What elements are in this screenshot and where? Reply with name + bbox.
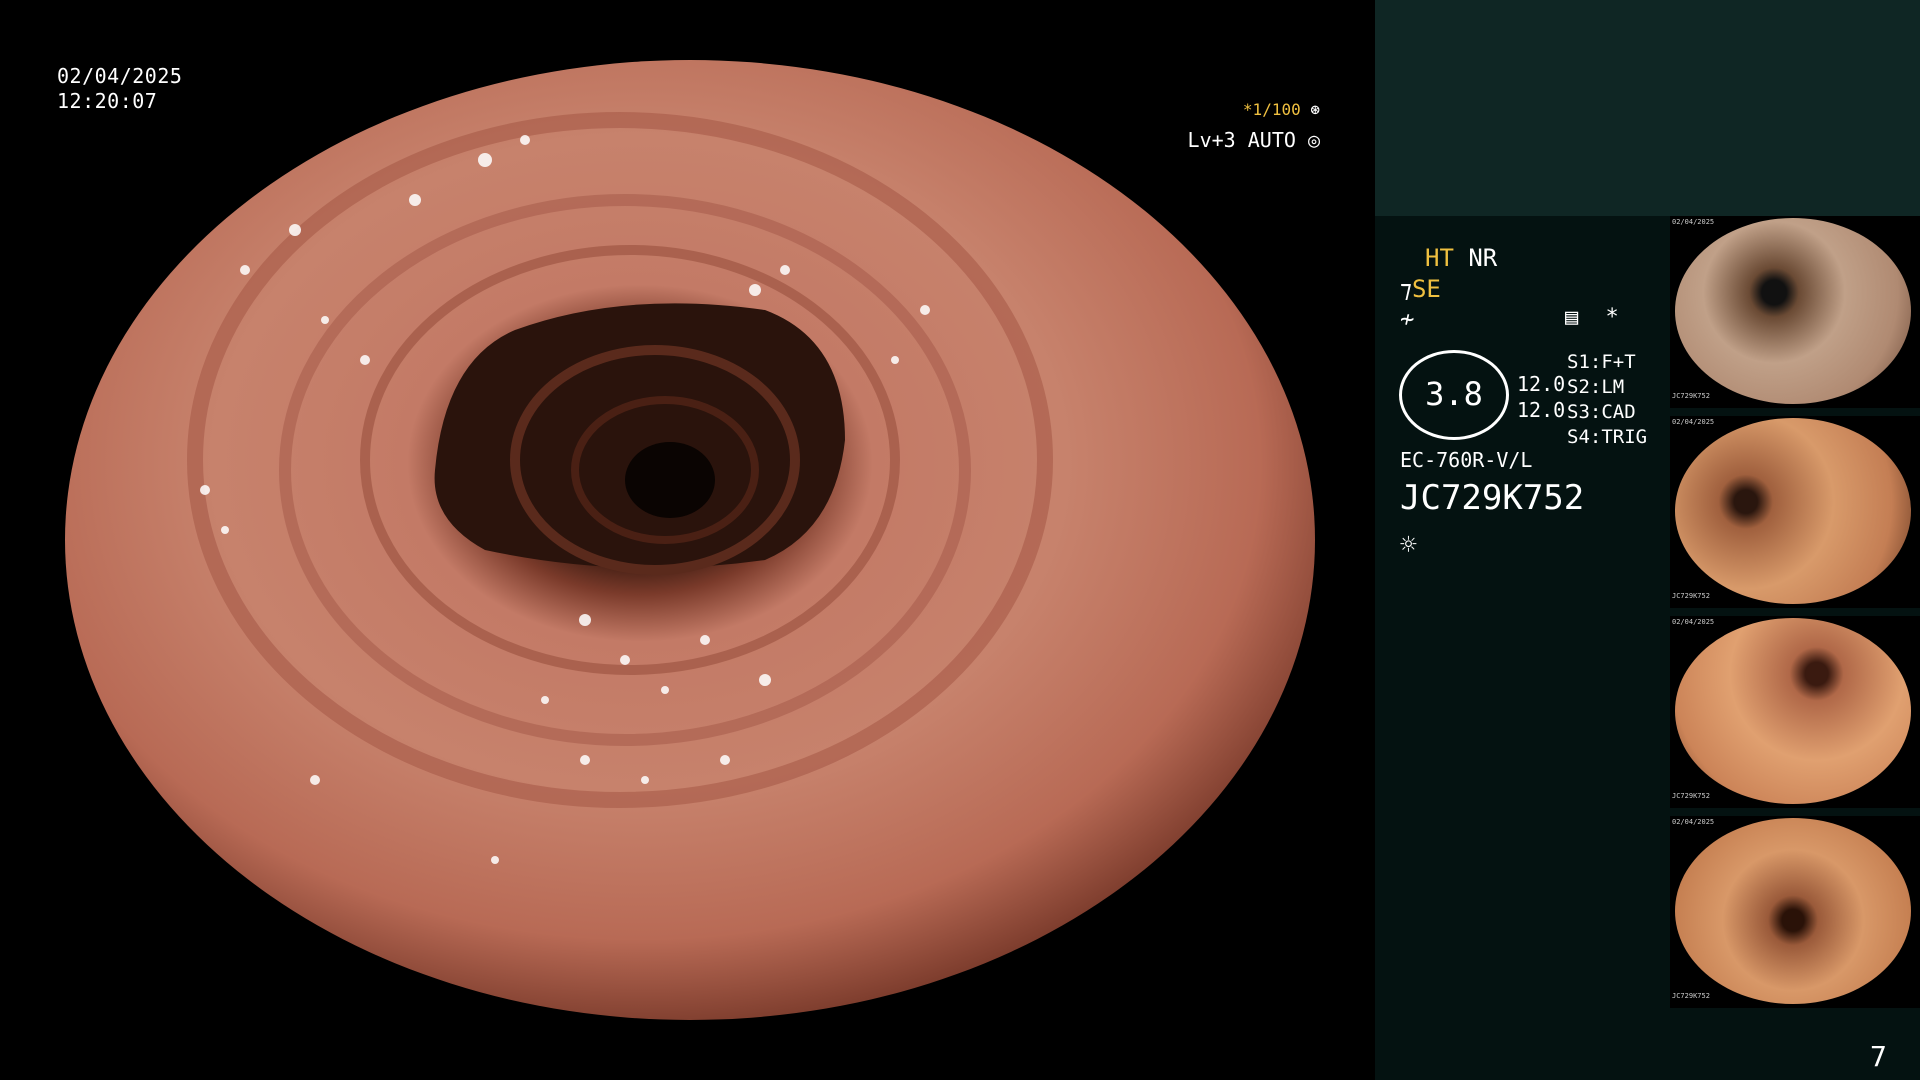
zoom-value: 3.8 (1425, 375, 1483, 413)
switch-list: S1:F+T S2:LM S3:CAD S4:TRIG (1567, 350, 1647, 450)
zoom-indicator: 3.8 (1399, 350, 1509, 440)
level-text: Lv+3 AUTO (1187, 128, 1296, 152)
scope-serial: JC729K752 (1400, 478, 1585, 518)
thumbnail-date: 02/04/2025 (1672, 618, 1715, 626)
thumbnail-image (1675, 418, 1911, 604)
switch-2: S2:LM (1567, 376, 1625, 398)
mode-se: SE (1411, 275, 1441, 303)
thumbnail-serial: JC729K752 (1672, 392, 1710, 400)
aperture-icon: ⊛ (1310, 100, 1320, 119)
thumbnail-image (1675, 618, 1911, 804)
shutter-text: *1/100 (1242, 100, 1301, 119)
thumbnail-1[interactable]: 02/04/2025 JC729K752 (1670, 216, 1920, 408)
status-panel: HT NR ⁊SE ≁ ▤ * 3.8 12.0 12.0 S1:F+T S2:… (1375, 0, 1920, 1080)
thumbnail-3[interactable]: 02/04/2025 JC729K752 (1670, 616, 1920, 808)
thumbnail-date: 02/04/2025 (1672, 218, 1715, 226)
shutter-readout: *1/100 ⊛ (1180, 100, 1320, 119)
mode-row-4: ▤ * (1565, 305, 1619, 330)
thumbnail-image (1675, 218, 1911, 404)
asterisk-icon: * (1605, 305, 1619, 330)
mode-row-2: ⁊SE (1400, 275, 1441, 303)
date-text: 02/04/2025 (57, 64, 183, 88)
brightness-icon: ☼ (1400, 528, 1417, 561)
switch-1: S1:F+T (1567, 351, 1636, 373)
switch-3: S3:CAD (1567, 401, 1636, 423)
value-a: 12.0 (1517, 372, 1566, 396)
enhance-icon: ≁ (1400, 305, 1415, 333)
mode-ht: HT (1425, 244, 1454, 272)
mode-row-1: HT NR (1425, 244, 1497, 272)
colon-lumen-image (65, 60, 1315, 1020)
mucosa-render (65, 60, 1315, 1020)
auto-icon: ◎ (1307, 128, 1320, 152)
thumbnail-serial: JC729K752 (1672, 592, 1710, 600)
level-readout: Lv+3 AUTO ◎ (1150, 128, 1320, 152)
thumbnail-2[interactable]: 02/04/2025 JC729K752 (1670, 416, 1920, 608)
panel-header-block (1375, 0, 1920, 216)
thumbnail-serial: JC729K752 (1672, 992, 1710, 1000)
time-text: 12:20:07 (57, 89, 158, 113)
page-number: 7 (1870, 1040, 1887, 1073)
endoscope-view: 02/04/2025 12:20:07 *1/100 ⊛ Lv+3 AUTO ◎ (0, 0, 1375, 1080)
thumbnail-4[interactable]: 02/04/2025 JC729K752 (1670, 816, 1920, 1008)
thumbnail-serial: JC729K752 (1672, 792, 1710, 800)
timestamp: 02/04/2025 12:20:07 (57, 64, 182, 114)
structure-icon: ⁊ (1400, 275, 1412, 303)
memory-icon: ▤ (1565, 305, 1579, 330)
mode-row-3: ≁ (1400, 305, 1414, 333)
switch-4: S4:TRIG (1567, 426, 1648, 448)
thumbnail-date: 02/04/2025 (1672, 418, 1715, 426)
value-b: 12.0 (1517, 398, 1566, 422)
scope-model: EC-760R-V/L (1400, 448, 1533, 472)
thumbnail-image (1675, 818, 1911, 1004)
mode-nr: NR (1468, 244, 1498, 272)
thumbnail-date: 02/04/2025 (1672, 818, 1715, 826)
